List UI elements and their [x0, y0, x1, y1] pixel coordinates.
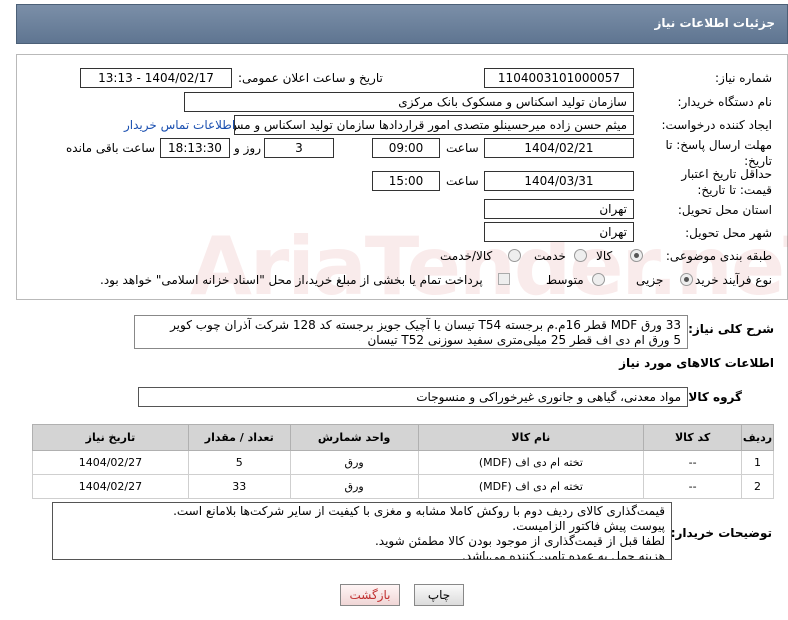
col-header-row-number: ردیف — [741, 424, 774, 451]
process-radio-medium[interactable] — [592, 273, 605, 286]
treasury-note: پرداخت تمام یا بخشی از مبلغ خرید،از محل … — [100, 273, 483, 287]
buyer-notes-label: توضیحات خریدار: — [670, 526, 772, 540]
goods-section-title: اطلاعات کالاهای مورد نیاز — [619, 356, 774, 370]
col-header-name: نام کالا — [417, 424, 645, 451]
cell-quantity: 33 — [187, 474, 291, 499]
category-option-service: خدمت — [534, 249, 566, 263]
category-option-goods-service: کالا/خدمت — [440, 249, 493, 263]
deadline-time-field: 09:00 — [372, 138, 440, 158]
announce-label: تاریخ و ساعت اعلان عمومی: — [238, 71, 383, 85]
cell-code: -- — [643, 450, 743, 475]
creator-field: میثم حسن زاده میرحسینلو متصدی امور قرارد… — [234, 115, 634, 135]
city-label: شهر محل تحویل: — [685, 226, 772, 240]
validity-time-label: ساعت — [446, 174, 479, 188]
deadline-time-label: ساعت — [446, 141, 479, 155]
validity-date-field: 1404/03/31 — [484, 171, 634, 191]
col-header-unit: واحد شمارش — [289, 424, 419, 451]
province-field: تهران — [484, 199, 634, 219]
cell-code: -- — [643, 474, 743, 499]
cell-quantity: 5 — [187, 450, 291, 475]
col-header-code: کد کالا — [643, 424, 743, 451]
buyer-notes-box: قیمت‌گذاری کالای ردیف دوم با روکش کاملا … — [52, 502, 672, 560]
process-radio-minor[interactable] — [680, 273, 693, 286]
goods-group-field: مواد معدنی، گیاهی و جانوری غیرخوراکی و م… — [138, 387, 688, 407]
creator-label: ایجاد کننده درخواست: — [661, 118, 772, 132]
cell-need-date: 1404/02/27 — [32, 450, 189, 475]
cell-row-number: 2 — [741, 474, 774, 499]
deadline-label: مهلت ارسال پاسخ: تا تاریخ: — [665, 138, 772, 168]
buyer-org-label: نام دستگاه خریدار: — [677, 95, 773, 109]
back-button[interactable]: بازگشت — [340, 584, 400, 606]
description-line: 33 ورق MDF قطر 16م.م برجسته T54 تیسان یا… — [170, 318, 681, 332]
days-label: روز و — [234, 141, 261, 155]
process-label: نوع فرآیند خرید : — [687, 273, 772, 287]
cell-unit: ورق — [289, 450, 419, 475]
table-row: 2 -- تخته ام دی اف (MDF) ورق 33 1404/02/… — [32, 474, 774, 499]
note-line: قیمت‌گذاری کالای ردیف دوم با روکش کاملا … — [173, 504, 665, 518]
validity-time-field: 15:00 — [372, 171, 440, 191]
table-header-row: ردیف کد کالا نام کالا واحد شمارش تعداد /… — [32, 424, 774, 451]
note-line: لطفا قبل از قیمت‌گذاری از موجود بودن کال… — [374, 534, 665, 548]
description-line: 5 ورق ام دی اف قطر 25 میلی‌متری سفید سوز… — [367, 333, 681, 347]
goods-group-label: گروه کالا: — [683, 390, 742, 404]
need-number-field: 1104003101000057 — [484, 68, 634, 88]
page-header: جزئیات اطلاعات نیاز — [16, 4, 788, 44]
category-label: طبقه بندی موضوعی: — [665, 249, 772, 263]
validity-label: حداقل تاریخ اعتبار قیمت: تا تاریخ: — [681, 167, 772, 197]
description-label: شرح کلی نیاز: — [688, 322, 774, 336]
note-line: پیوست پیش فاکتور الزامیست. — [512, 519, 665, 533]
buyer-org-field: سازمان تولید اسکناس و مسکوک بانک مرکزی — [184, 92, 634, 112]
remaining-time-field: 18:13:30 — [160, 138, 230, 158]
deadline-date-field: 1404/02/21 — [484, 138, 634, 158]
announce-field: 1404/02/17 - 13:13 — [80, 68, 232, 88]
city-field: تهران — [484, 222, 634, 242]
treasury-checkbox[interactable] — [498, 273, 510, 285]
process-option-minor: جزیی — [636, 273, 664, 287]
col-header-need-date: تاریخ نیاز — [32, 424, 189, 451]
cell-need-date: 1404/02/27 — [32, 474, 189, 499]
contact-buyer-link[interactable]: اطلاعات تماس خریدار — [124, 118, 235, 132]
province-label: استان محل تحویل: — [677, 203, 772, 217]
description-box: 33 ورق MDF قطر 16م.م برجسته T54 تیسان یا… — [134, 315, 688, 349]
days-field: 3 — [264, 138, 334, 158]
cell-row-number: 1 — [741, 450, 774, 475]
print-button[interactable]: چاپ — [414, 584, 464, 606]
category-option-goods: کالا — [596, 249, 613, 263]
page-title: جزئیات اطلاعات نیاز — [654, 16, 775, 30]
process-option-medium: متوسط — [546, 273, 584, 287]
note-line: هزینه حمل به عهده تامین کننده می‌باشد. — [461, 549, 665, 560]
category-radio-goods-service[interactable] — [508, 249, 521, 262]
col-header-quantity: تعداد / مقدار — [187, 424, 291, 451]
cell-name: تخته ام دی اف (MDF) — [417, 450, 645, 475]
goods-table: ردیف کد کالا نام کالا واحد شمارش تعداد /… — [32, 424, 774, 499]
cell-unit: ورق — [289, 474, 419, 499]
need-number-label: شماره نیاز: — [715, 71, 772, 85]
category-radio-service[interactable] — [574, 249, 587, 262]
remaining-label: ساعت باقی مانده — [66, 141, 156, 155]
table-row: 1 -- تخته ام دی اف (MDF) ورق 5 1404/02/2… — [32, 450, 774, 475]
category-radio-goods[interactable] — [630, 249, 643, 262]
cell-name: تخته ام دی اف (MDF) — [417, 474, 645, 499]
